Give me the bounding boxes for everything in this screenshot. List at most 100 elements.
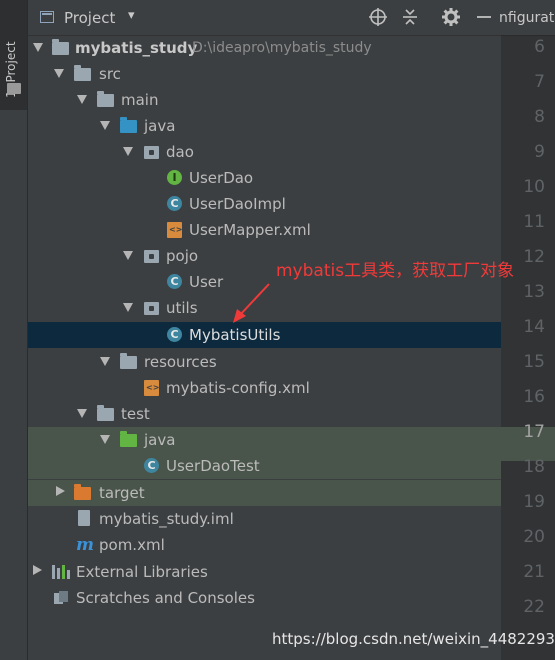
tree-item-usermapper[interactable]: UserMapper.xml: [28, 217, 501, 243]
tree-label-dao: dao: [166, 143, 194, 161]
chevron-down-icon[interactable]: [77, 409, 87, 418]
chevron-down-icon[interactable]: [54, 69, 64, 78]
tree-item-target[interactable]: target: [28, 480, 501, 506]
chevron-down-icon[interactable]: [100, 357, 110, 366]
line-number: 9: [534, 142, 545, 162]
tree-label-userdaoimpl: UserDaoImpl: [189, 195, 286, 213]
project-view-title[interactable]: Project: [64, 9, 115, 27]
editor-tab[interactable]: nfigurat: [499, 0, 555, 36]
tree-item-iml[interactable]: mybatis_study.iml: [28, 506, 501, 532]
class-icon: C: [167, 327, 182, 342]
line-number: 16: [523, 387, 545, 407]
tool-window-strip: 1: Project: [0, 0, 28, 660]
root-module-path: D:\ideapro\mybatis_study: [192, 40, 372, 56]
chevron-right-icon[interactable]: [56, 486, 65, 496]
tree-item-scratches[interactable]: Scratches and Consoles: [28, 585, 501, 611]
chevron-down-icon[interactable]: [123, 251, 133, 260]
tree-item-external-libraries[interactable]: External Libraries: [28, 559, 501, 585]
line-number: 18: [523, 457, 545, 477]
package-icon: [144, 146, 159, 159]
watermark: https://blog.csdn.net/weixin_44822939: [272, 630, 555, 648]
root-module-name: mybatis_study: [75, 39, 198, 57]
tree-label-target: target: [99, 484, 145, 502]
tree-label-external-libraries: External Libraries: [76, 563, 208, 581]
gear-icon[interactable]: [441, 7, 461, 27]
scratches-icon: [53, 590, 69, 606]
project-pane: Project ▾ mybatis_study D:\ideapro\mybat…: [28, 0, 501, 660]
tree-label-pom: pom.xml: [99, 536, 165, 554]
chevron-down-icon[interactable]: [77, 95, 87, 104]
tree-item-resources[interactable]: resources: [28, 349, 501, 375]
tree-item-src[interactable]: src: [28, 61, 501, 87]
tree-item-test[interactable]: test: [28, 401, 501, 427]
chevron-down-icon[interactable]: ▾: [128, 8, 135, 23]
project-folder-icon: [7, 83, 21, 94]
tree-label-test-java: java: [144, 431, 176, 449]
line-number: 21: [523, 562, 545, 582]
tree-label-scratches: Scratches and Consoles: [76, 589, 255, 607]
line-number: 15: [523, 352, 545, 372]
chevron-down-icon[interactable]: [33, 43, 43, 52]
class-icon: C: [167, 196, 182, 211]
xml-file-icon: [144, 380, 159, 396]
line-number: 10: [523, 177, 545, 197]
tree-item-dao[interactable]: dao: [28, 139, 501, 165]
maven-icon: m: [76, 535, 94, 555]
chevron-down-icon[interactable]: [100, 121, 110, 130]
tree-item-root[interactable]: mybatis_study D:\ideapro\mybatis_study: [28, 35, 501, 61]
tree-label-java: java: [144, 117, 176, 135]
crosshair-icon[interactable]: [368, 7, 388, 27]
tree-label-src: src: [99, 65, 121, 83]
project-header: Project ▾: [28, 0, 501, 36]
tree-item-userdaoimpl[interactable]: C UserDaoImpl: [28, 191, 501, 217]
tree-item-userdao[interactable]: I UserDao: [28, 165, 501, 191]
chevron-down-icon[interactable]: [100, 435, 110, 444]
excluded-folder-icon: [74, 484, 91, 500]
tree-label-iml: mybatis_study.iml: [99, 510, 234, 528]
folder-icon: [97, 405, 114, 421]
editor-gutter: nfigurat 6 7 8 9 10 11 12 13 14 15 16 17 18 19 20 21 22: [499, 0, 555, 660]
annotation-arrow-icon: [233, 283, 270, 323]
minimize-icon[interactable]: [474, 7, 494, 27]
class-icon: C: [167, 274, 182, 289]
line-number: 19: [523, 492, 545, 512]
line-number: 8: [534, 107, 545, 127]
source-folder-icon: [120, 117, 137, 133]
folder-icon: [97, 91, 114, 107]
module-folder-icon: [52, 39, 69, 55]
chevron-down-icon[interactable]: [123, 303, 133, 312]
tree-label-resources: resources: [144, 353, 217, 371]
folder-icon: [74, 65, 91, 81]
tree-label-test: test: [121, 405, 150, 423]
annotation-text: mybatis工具类，获取工厂对象: [276, 261, 515, 281]
editor-tab-label: nfigurat: [499, 10, 555, 26]
line-number: 14: [523, 317, 545, 337]
line-number: 20: [523, 527, 545, 547]
tree-item-userdaotest[interactable]: C UserDaoTest: [28, 453, 501, 479]
test-class-icon: C: [144, 458, 159, 473]
tree-label-pojo: pojo: [166, 247, 199, 265]
tree-label-main: main: [121, 91, 159, 109]
tree-item-mybatis-config[interactable]: mybatis-config.xml: [28, 375, 501, 401]
tree-item-test-java[interactable]: java: [28, 427, 501, 453]
tree-item-main[interactable]: main: [28, 87, 501, 113]
package-icon: [144, 302, 159, 315]
chevron-down-icon[interactable]: [123, 147, 133, 156]
chevron-right-icon[interactable]: [33, 565, 42, 575]
interface-icon: I: [167, 170, 182, 185]
tree-label-mybatisutils: MybatisUtils: [189, 326, 281, 344]
line-number: 7: [534, 72, 545, 92]
xml-file-icon: [167, 222, 182, 238]
tree-item-java[interactable]: java: [28, 113, 501, 139]
line-number: 17: [523, 422, 545, 442]
tree-label-usermapper: UserMapper.xml: [189, 221, 311, 239]
project-tool-tab[interactable]: 1: Project: [0, 0, 27, 110]
collapse-icon[interactable]: [400, 7, 420, 27]
project-view-icon: [40, 11, 54, 23]
line-number: 22: [523, 597, 545, 617]
libraries-icon: [52, 565, 70, 579]
line-number: 6: [534, 37, 545, 57]
tree-item-pom[interactable]: m pom.xml: [28, 532, 501, 558]
line-number: 11: [523, 212, 545, 232]
tree-label-userdao: UserDao: [189, 169, 254, 187]
